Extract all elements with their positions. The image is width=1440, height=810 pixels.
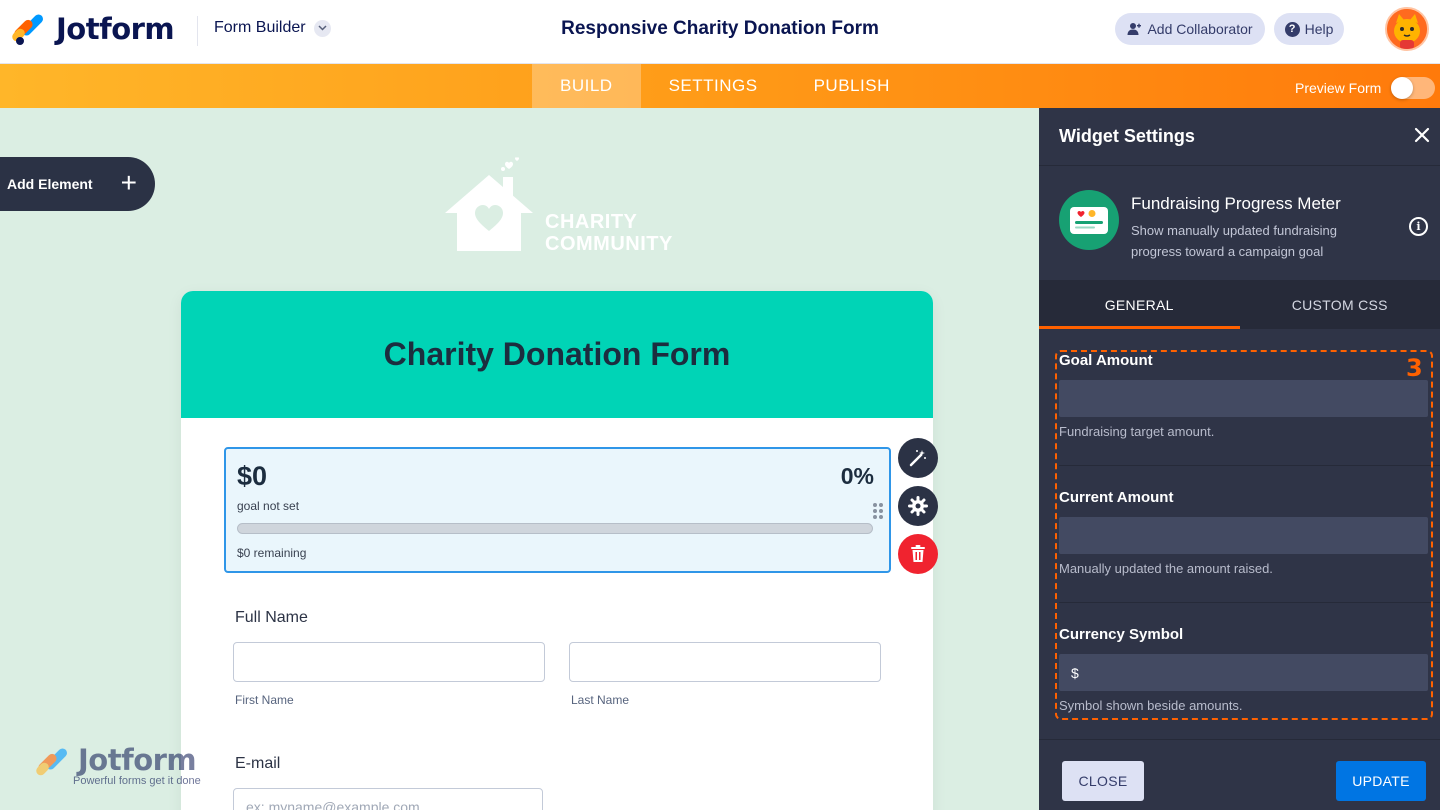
info-icon[interactable]: i: [1409, 217, 1428, 236]
charity-logo-line1: CHARITY: [545, 211, 638, 233]
last-name-input[interactable]: [569, 642, 881, 682]
goal-amount-label: Goal Amount: [1059, 352, 1153, 369]
add-collaborator-label: Add Collaborator: [1147, 21, 1253, 37]
widget-settings-button[interactable]: [898, 486, 938, 526]
panel-title: Widget Settings: [1059, 126, 1195, 146]
page-title: Responsive Charity Donation Form: [561, 18, 879, 39]
watermark-tagline: Powerful forms get it done: [73, 775, 201, 787]
avatar[interactable]: [1385, 7, 1429, 51]
fundraising-progress-widget[interactable]: $0 0% goal not set $0 remaining: [224, 447, 891, 573]
builder-nav: BUILD SETTINGS PUBLISH Preview Form: [0, 64, 1440, 108]
drag-handle-icon[interactable]: [873, 503, 883, 519]
form-header[interactable]: Charity Donation Form: [181, 291, 933, 418]
current-amount-setting: Current Amount Manually updated the amou…: [1059, 489, 1428, 576]
add-element-label: Add Element: [7, 176, 93, 192]
form-builder-label: Form Builder: [214, 19, 306, 36]
charity-logo-text: CHARITY COMMUNITY: [545, 211, 673, 255]
user-plus-icon: [1127, 23, 1142, 35]
widget-info: Fundraising Progress Meter Show manually…: [1039, 166, 1440, 281]
form-header-title: Charity Donation Form: [383, 336, 731, 372]
jotform-logo-icon: [10, 12, 46, 47]
tab-publish[interactable]: PUBLISH: [786, 64, 918, 108]
goal-amount-setting: Goal Amount Fundraising target amount.: [1059, 352, 1428, 439]
raised-amount: $0: [237, 461, 268, 491]
brand-name: Jotform: [56, 12, 175, 46]
goal-note: goal not set: [237, 499, 300, 513]
fundraising-widget-icon: [1059, 190, 1119, 250]
email-label: E-mail: [235, 755, 281, 772]
currency-symbol-setting: Currency Symbol $ Symbol shown beside am…: [1059, 626, 1428, 713]
email-placeholder: ex: myname@example.com: [246, 799, 420, 810]
panel-tabs: GENERAL CUSTOM CSS: [1039, 281, 1440, 329]
tab-general[interactable]: GENERAL: [1039, 281, 1240, 329]
cat-avatar-icon: [1387, 9, 1427, 49]
widget-name: Fundraising Progress Meter: [1131, 194, 1341, 213]
last-name-sublabel: Last Name: [571, 693, 630, 707]
add-element-button[interactable]: Add Element +: [0, 157, 155, 211]
tab-build[interactable]: BUILD: [532, 64, 641, 108]
full-name-label: Full Name: [235, 609, 308, 626]
chevron-down-icon: [313, 19, 331, 37]
current-amount-help: Manually updated the amount raised.: [1059, 561, 1273, 576]
preview-form-label: Preview Form: [1295, 80, 1382, 96]
preview-form-toggle[interactable]: [1391, 77, 1436, 99]
jotform-logo[interactable]: Jotform: [10, 12, 175, 47]
update-button[interactable]: UPDATE: [1336, 761, 1426, 801]
tab-settings[interactable]: SETTINGS: [641, 64, 786, 108]
general-settings: Goal Amount Fundraising target amount. C…: [1039, 329, 1440, 739]
top-bar: Jotform Form Builder Responsive Charity …: [0, 0, 1440, 64]
goal-amount-input[interactable]: [1059, 380, 1428, 417]
current-amount-input[interactable]: [1059, 517, 1428, 554]
question-icon: ?: [1284, 21, 1300, 37]
help-label: Help: [1304, 21, 1334, 37]
first-name-input[interactable]: [233, 642, 545, 682]
current-amount-label: Current Amount: [1059, 489, 1174, 506]
panel-footer: CLOSE UPDATE: [1039, 739, 1440, 810]
goal-amount-help: Fundraising target amount.: [1059, 424, 1215, 439]
tab-custom-css[interactable]: CUSTOM CSS: [1240, 281, 1440, 329]
remaining-amount: $0 remaining: [237, 546, 307, 560]
jotform-watermark-icon: [34, 746, 70, 779]
watermark-brand: Jotform: [78, 743, 197, 777]
add-collaborator-button[interactable]: Add Collaborator: [1115, 13, 1265, 45]
plus-icon: +: [120, 167, 137, 198]
widget-settings-panel: Widget Settings Fundraising Progress Met…: [1039, 108, 1440, 810]
settings-divider: [1059, 465, 1440, 466]
progress-percent: 0%: [840, 463, 874, 489]
magic-wand-icon: [909, 450, 926, 467]
email-input[interactable]: ex: myname@example.com: [233, 788, 543, 810]
currency-symbol-input[interactable]: $: [1059, 654, 1428, 691]
currency-symbol-help: Symbol shown beside amounts.: [1059, 698, 1243, 713]
charity-logo-line2: COMMUNITY: [545, 233, 673, 255]
charity-community-logo: CHARITY COMMUNITY: [441, 155, 681, 255]
header-divider: [197, 16, 198, 46]
delete-button[interactable]: [898, 534, 938, 574]
progress-bar: [237, 523, 873, 534]
widget-description: Show manually updated fundraising progre…: [1131, 223, 1337, 259]
form-builder-dropdown[interactable]: Form Builder: [214, 19, 331, 37]
first-name-sublabel: First Name: [235, 693, 294, 707]
wand-button[interactable]: [898, 438, 938, 478]
currency-symbol-label: Currency Symbol: [1059, 626, 1184, 643]
panel-header: Widget Settings: [1039, 108, 1440, 166]
trash-icon: [911, 545, 925, 562]
gear-icon: [908, 496, 928, 516]
close-button[interactable]: CLOSE: [1062, 761, 1144, 801]
preview-form: Preview Form: [1295, 77, 1436, 99]
house-heart-icon: [445, 157, 533, 251]
help-button[interactable]: ? Help: [1274, 13, 1344, 45]
builder-tabs: BUILD SETTINGS PUBLISH: [532, 64, 918, 108]
panel-close-icon[interactable]: [1414, 122, 1430, 150]
step-number: 3: [1406, 354, 1423, 382]
settings-divider: [1059, 602, 1440, 603]
form-card: Charity Donation Form $0 0% goal not set…: [181, 291, 933, 810]
